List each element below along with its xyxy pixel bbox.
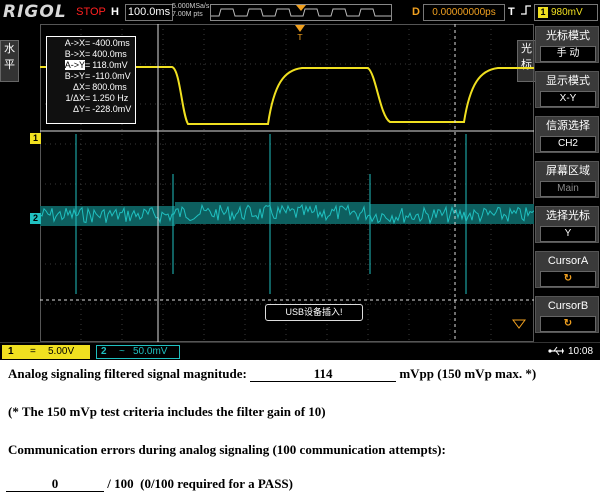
waveform-memory-bar[interactable] <box>210 4 392 21</box>
menu-cursor-b-title: CursorB <box>547 300 589 312</box>
signal-magnitude-suffix: mVpp (150 mVp max. *) <box>396 366 537 381</box>
ch2-waveform <box>40 134 534 294</box>
memory-overview-icon <box>211 5 391 17</box>
menu-source-select-value: CH2 <box>540 136 596 152</box>
trigger-level-box[interactable]: 1 980mV <box>534 4 598 21</box>
readout-ay: A->Y = 118.0mV <box>64 60 128 70</box>
memory-depth: 7.00M pts <box>172 11 203 18</box>
menu-cursor-mode-title: 光标模式 <box>546 30 590 42</box>
menu-cursor-a-title: CursorA <box>547 255 589 267</box>
ch2-status[interactable]: 2 ~ 50.0mV <box>96 345 180 359</box>
delay-value[interactable]: 0.00000000ps <box>423 4 505 21</box>
ch1-coupling-icon: = <box>30 346 36 357</box>
readout-ax: A->X = -400.0ms <box>64 38 130 48</box>
report-line-comm-errors: Communication errors during analog signa… <box>8 442 446 457</box>
readout-dx: ΔX = 800.0ms <box>72 82 127 92</box>
report-line-footnote: (* The 150 mVp test criteria includes th… <box>8 404 326 419</box>
delay-label: D <box>412 6 420 18</box>
cursor-b-knob-icon: ↻ <box>540 316 596 332</box>
readout-bx: B->X = 400.0ms <box>64 49 127 59</box>
horizontal-menu-tab[interactable]: 水 平 <box>0 40 19 82</box>
menu-screen-region-title: 屏幕区域 <box>546 165 590 177</box>
ch2-number: 2 <box>101 346 107 357</box>
top-status-bar: RIGOL STOP H 100.0ms 5.000MSa/s 7.00M pt… <box>0 0 600 24</box>
menu-display-mode-value: X-Y <box>540 91 596 107</box>
system-clock: 10:08 <box>568 346 594 357</box>
readout-dy: ΔY = -228.0mV <box>72 104 132 114</box>
comm-errors-value[interactable]: 0 <box>6 477 104 492</box>
menu-cursor-mode[interactable]: 光标模式 手 动 <box>535 26 599 63</box>
horizontal-tab-char-2: 平 <box>4 59 15 71</box>
timebase-value[interactable]: 100.0ms <box>125 4 173 21</box>
ch2-offset-marker[interactable]: 2 <box>30 213 41 224</box>
usb-icon <box>548 345 564 360</box>
svg-text:T: T <box>297 33 303 42</box>
menu-display-mode[interactable]: 显示模式 X-Y <box>535 71 599 108</box>
run-state-indicator[interactable]: STOP <box>72 5 110 19</box>
readout-inv-dx: 1/ΔX = 1.250 Hz <box>65 93 129 103</box>
channel-status-bar: 1 = 5.00V 2 ~ 50.0mV 10:08 <box>0 342 600 360</box>
menu-cursor-a[interactable]: CursorA ↻ <box>535 251 599 288</box>
ch1-status[interactable]: 1 = 5.00V <box>2 345 90 359</box>
trigger-level-value: 980mV <box>551 7 583 18</box>
rising-edge-icon <box>520 4 532 21</box>
ch1-number: 1 <box>8 346 14 357</box>
ch2-coupling-icon: ~ <box>119 346 125 357</box>
ch2-noise-band-2 <box>175 202 370 224</box>
acquisition-info: 5.000MSa/s 7.00M pts <box>172 3 209 19</box>
ch1-offset-marker[interactable]: 1 <box>30 133 41 144</box>
trigger-level-icon <box>512 319 526 329</box>
cursor-softkey-menu: 光标模式 手 动 显示模式 X-Y 信源选择 CH2 屏幕区域 Main 选择光… <box>535 26 600 342</box>
oscilloscope-screen: RIGOL STOP H 100.0ms 5.000MSa/s 7.00M pt… <box>0 0 600 360</box>
menu-screen-region[interactable]: 屏幕区域 Main <box>535 161 599 198</box>
report-line-comm-result: 0 / 100 (0/100 required for a PASS) <box>6 476 293 492</box>
menu-screen-region-value: Main <box>540 181 596 197</box>
trigger-marker-icon[interactable]: T <box>295 25 305 42</box>
menu-select-cursor[interactable]: 选择光标 Y <box>535 206 599 243</box>
signal-magnitude-value[interactable]: 114 <box>250 367 397 382</box>
menu-display-mode-title: 显示模式 <box>546 75 590 87</box>
cursor-a-knob-icon: ↻ <box>540 271 596 287</box>
cursor-readout-panel: A->X = -400.0ms B->X = 400.0ms A->Y = 118.0mV … <box>46 36 136 124</box>
ch2-scale: 50.0mV <box>133 346 168 357</box>
usb-inserted-message: USB设备插入! <box>265 304 363 321</box>
brand-logo: RIGOL <box>3 2 67 22</box>
menu-select-cursor-value: Y <box>540 226 596 242</box>
horizontal-tab-char-1: 水 <box>4 43 15 55</box>
menu-cursor-b[interactable]: CursorB ↻ <box>535 296 599 333</box>
signal-magnitude-label: Analog signaling filtered signal magnitu… <box>8 366 251 381</box>
menu-source-select-title: 信源选择 <box>546 120 590 132</box>
menu-select-cursor-title: 选择光标 <box>546 210 590 222</box>
sample-rate: 5.000MSa/s <box>172 3 210 10</box>
menu-cursor-mode-value: 手 动 <box>540 46 596 62</box>
comm-errors-suffix: / 100 (0/100 required for a PASS) <box>104 476 293 491</box>
trigger-source-badge: 1 <box>538 7 548 18</box>
readout-by: B->Y = -110.0mV <box>64 71 131 81</box>
menu-source-select[interactable]: 信源选择 CH2 <box>535 116 599 153</box>
trigger-label: T <box>508 6 515 18</box>
report-line-signal-magnitude: Analog signaling filtered signal magnitu… <box>8 366 536 382</box>
ch1-scale: 5.00V <box>48 346 75 357</box>
timebase-label: H <box>111 6 119 18</box>
